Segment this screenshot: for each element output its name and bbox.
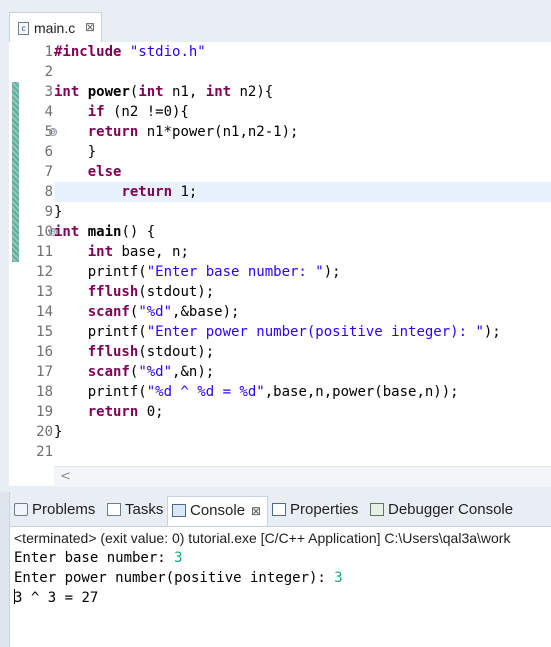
code-line: else <box>87 164 122 180</box>
user-input-value: 3 <box>174 550 183 566</box>
console-output[interactable]: Enter base number: 3 Enter power number(… <box>14 548 343 608</box>
output-prompt: Enter power number(positive integer): <box>14 570 335 586</box>
line-number: 3 <box>44 84 53 100</box>
code-line: } <box>54 204 63 220</box>
line-number: 20 <box>36 424 53 440</box>
code-line: #include "stdio.h" <box>54 44 206 60</box>
code-line: scanf("%d",&n); <box>87 364 215 380</box>
c-file-icon: c <box>18 22 29 35</box>
change-marker <box>12 82 19 262</box>
line-number: 7 <box>44 164 53 180</box>
line-number: 18 <box>36 384 53 400</box>
line-number: 5 <box>44 124 53 140</box>
tab-console[interactable]: Console ⊠ <box>167 496 269 526</box>
code-line: fflush(stdout); <box>87 284 215 300</box>
user-input-value: 3 <box>334 570 343 586</box>
tab-tasks-label: Tasks <box>125 501 164 518</box>
tab-debugger-console[interactable]: Debugger Console <box>370 500 513 526</box>
line-number: 19 <box>36 404 53 420</box>
view-tab-bar: Problems Tasks Console ⊠ Properties Debug… <box>10 492 551 527</box>
problems-icon <box>14 503 28 516</box>
output-prompt: Enter base number: <box>14 550 175 566</box>
line-number: 21 <box>36 444 53 460</box>
tab-properties[interactable]: Properties <box>272 500 358 526</box>
line-number: 10 <box>36 224 53 240</box>
code-line: int power(int n1, int n2){ <box>54 84 274 100</box>
line-number: 11 <box>36 244 53 260</box>
line-number: 8 <box>44 184 53 200</box>
code-line: int main() { <box>54 224 156 240</box>
code-line: printf("Enter base number: "); <box>54 264 341 280</box>
tab-properties-label: Properties <box>290 501 359 518</box>
properties-icon <box>272 503 286 516</box>
debugger-console-icon <box>370 503 384 516</box>
code-line: } <box>54 144 97 160</box>
code-line-current: return 1; <box>54 182 551 202</box>
line-number: 2 <box>44 64 53 80</box>
code-text[interactable]: #include "stdio.h" int power(int n1, int… <box>54 42 551 462</box>
code-line: printf("%d ^ %d = %d",base,n,power(base,… <box>54 384 459 400</box>
line-number: 14 <box>36 304 53 320</box>
tab-problems-label: Problems <box>32 501 96 518</box>
tab-console-label: Console <box>190 502 246 519</box>
code-editor[interactable]: 1 2 3 4 5 6 7 8 9 10 11 12 13 14 15 16 17 18 19 20 21 ⊖ ⊖ #i… <box>9 42 551 487</box>
tab-debugger-console-label: Debugger Console <box>388 501 514 518</box>
horizontal-scrollbar[interactable]: < <box>54 466 551 487</box>
code-line: return n1*power(n1,n2-1); <box>87 124 299 140</box>
editor-tab-label: main.c <box>34 20 76 36</box>
console-view: Problems Tasks Console ⊠ Properties Debug… <box>9 492 551 647</box>
tasks-icon <box>107 503 121 516</box>
code-line: } <box>54 424 63 440</box>
code-line: int base, n; <box>87 244 189 260</box>
editor-area: c main.c ⊠ 1 2 3 4 5 6 7 8 9 10 11 12 13 14 15 16 17 18 19… <box>0 0 551 492</box>
line-number: 4 <box>44 104 53 120</box>
console-output-line: 3 ^ 3 = 27 <box>14 588 343 608</box>
line-number: 1 <box>44 44 53 60</box>
console-output-line: Enter base number: 3 <box>14 548 343 568</box>
code-line: fflush(stdout); <box>87 344 215 360</box>
result-text: ^ 3 = 27 <box>22 590 99 606</box>
line-number-gutter: 1 2 3 4 5 6 7 8 9 10 11 12 13 14 15 16 17 18 19 20 21 <box>19 42 53 486</box>
console-output-line: Enter power number(positive integer): 3 <box>14 568 343 588</box>
line-number: 17 <box>36 364 53 380</box>
code-line: printf("Enter power number(positive inte… <box>54 324 501 340</box>
line-number: 15 <box>36 324 53 340</box>
line-number: 16 <box>36 344 53 360</box>
close-tab-icon[interactable]: ⊠ <box>85 20 95 34</box>
editor-tab-main-c[interactable]: c main.c ⊠ <box>9 12 102 42</box>
line-number: 13 <box>36 284 53 300</box>
tab-problems[interactable]: Problems <box>14 500 95 526</box>
overview-ruler <box>9 42 19 486</box>
code-line: scanf("%d",&base); <box>87 304 240 320</box>
code-line: return 0; <box>87 404 164 420</box>
editor-tab-bar: c main.c ⊠ <box>0 0 551 42</box>
process-status-text: <terminated> (exit value: 0) tutorial.ex… <box>14 530 511 546</box>
scroll-left-arrow-icon[interactable]: < <box>60 469 71 484</box>
console-icon <box>172 504 186 517</box>
tab-tasks[interactable]: Tasks <box>107 500 163 526</box>
close-tab-icon[interactable]: ⊠ <box>251 504 261 518</box>
code-line: if (n2 !=0){ <box>87 104 189 120</box>
line-number: 12 <box>36 264 53 280</box>
line-number: 6 <box>44 144 53 160</box>
line-number: 9 <box>44 204 53 220</box>
